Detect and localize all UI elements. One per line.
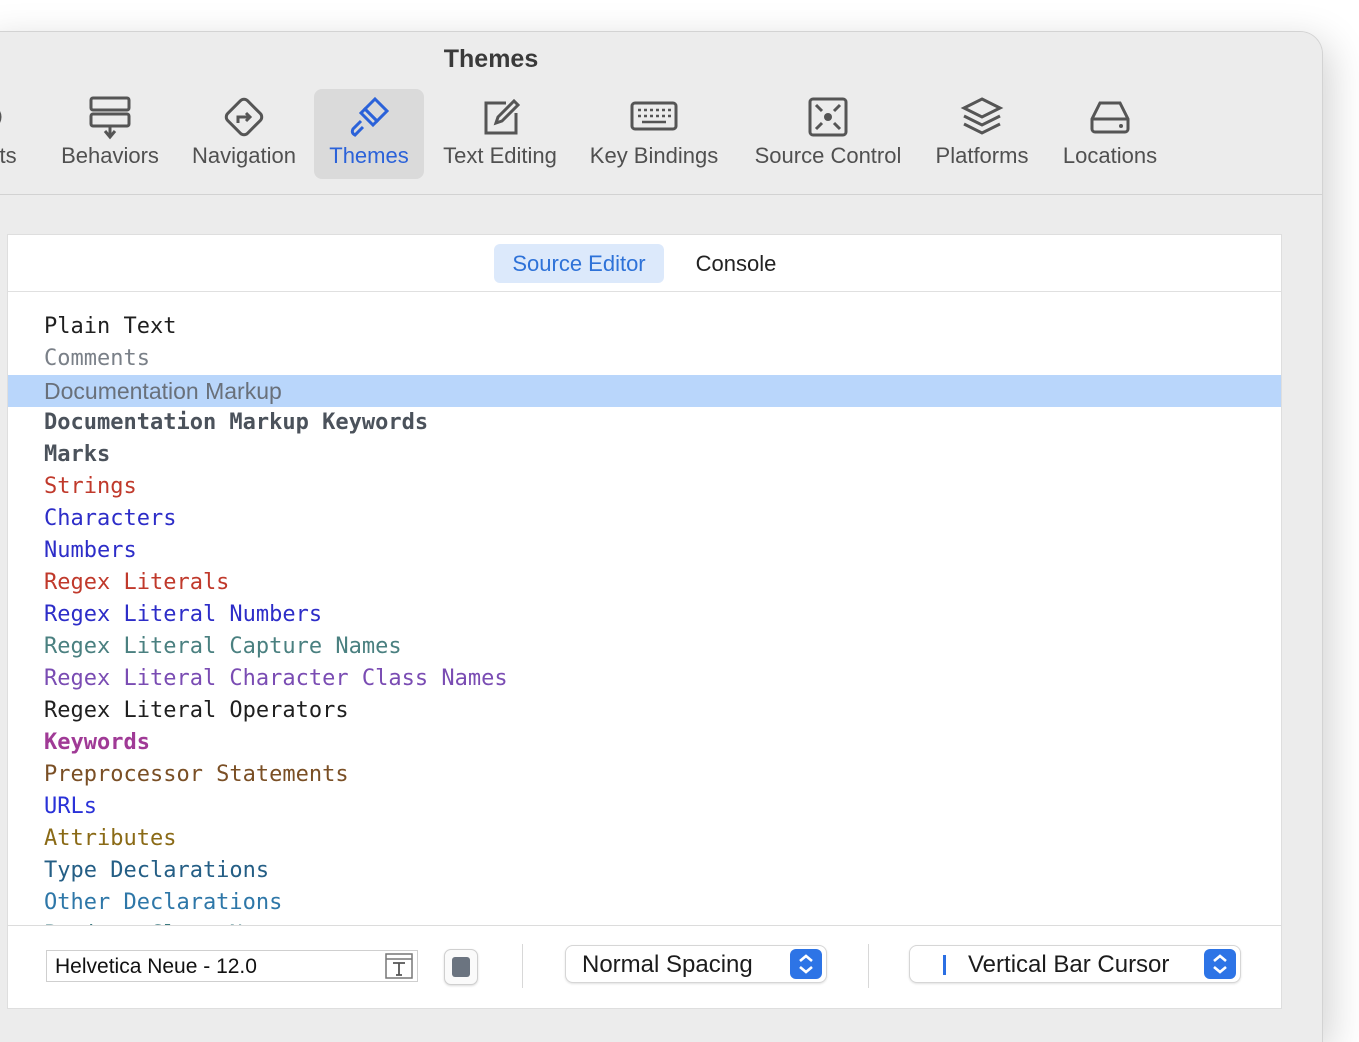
divider: [868, 944, 869, 988]
toolbar: Themes nts Behaviors Navigation: [0, 32, 1322, 195]
syntax-element-list[interactable]: Plain Text Comments Documentation Markup Do…: [8, 291, 1281, 925]
text-color-well[interactable]: [444, 949, 478, 985]
toolbar-item-label: nts: [0, 143, 17, 168]
toolbar-item-label: Themes: [329, 143, 409, 168]
syntax-item[interactable]: Regex Literal Numbers: [8, 599, 1281, 631]
syntax-item[interactable]: Marks: [8, 439, 1281, 471]
syntax-item[interactable]: Regex Literal Operators: [8, 695, 1281, 727]
navigation-icon: [224, 97, 264, 137]
settings-window: Themes nts Behaviors Navigation: [0, 32, 1322, 1042]
theme-editor-panel: Source Editor Console Plain Text Comments…: [7, 234, 1282, 1009]
drive-icon: [1090, 101, 1130, 134]
toolbar-item-label: Source Control: [754, 143, 902, 168]
text-editing-icon: [484, 98, 521, 135]
toolbar-item-label: Locations: [1062, 143, 1158, 168]
toolbar-item-source-control[interactable]: Source Control: [746, 89, 910, 179]
divider: [522, 944, 523, 988]
syntax-item[interactable]: Strings: [8, 471, 1281, 503]
syntax-item[interactable]: Characters: [8, 503, 1281, 535]
line-spacing-popup[interactable]: Normal Spacing: [565, 945, 827, 983]
toolbar-item-behaviors[interactable]: Behaviors: [58, 89, 162, 179]
source-control-icon: [808, 97, 848, 137]
cursor-style-popup[interactable]: Vertical Bar Cursor: [909, 945, 1241, 983]
tab-console[interactable]: Console: [676, 244, 796, 283]
toolbar-item-navigation[interactable]: Navigation: [186, 89, 302, 179]
paintbrush-icon: [350, 96, 390, 137]
chevron-updown-icon: [1204, 949, 1236, 979]
toolbar-item-text-editing[interactable]: Text Editing: [436, 89, 564, 179]
syntax-item[interactable]: Preprocessor Statements: [8, 759, 1281, 791]
toolbar-item-key-bindings[interactable]: Key Bindings: [584, 89, 724, 179]
syntax-item[interactable]: Numbers: [8, 535, 1281, 567]
syntax-item[interactable]: Type Declarations: [8, 855, 1281, 887]
behaviors-icon: [89, 96, 131, 140]
syntax-item[interactable]: Keywords: [8, 727, 1281, 759]
syntax-item[interactable]: Documentation Markup: [8, 375, 1281, 407]
color-swatch: [452, 957, 470, 977]
window-title: Themes: [443, 45, 539, 73]
chevron-updown-icon: [790, 949, 822, 979]
toolbar-item-label: Navigation: [192, 143, 296, 168]
font-value: Helvetica Neue - 12.0: [55, 955, 257, 978]
cursor-value: Vertical Bar Cursor: [968, 951, 1170, 978]
theme-footer: Helvetica Neue - 12.0 Normal Spacing Ver…: [8, 925, 1281, 1008]
stack-icon: [960, 97, 1004, 135]
syntax-item[interactable]: Other Declarations: [8, 887, 1281, 919]
toolbar-item-label: Platforms: [935, 143, 1029, 168]
spacing-value: Normal Spacing: [582, 951, 753, 978]
tab-source-editor[interactable]: Source Editor: [494, 244, 664, 283]
font-picker-icon[interactable]: [385, 953, 413, 979]
toolbar-item-label: Text Editing: [443, 143, 557, 168]
syntax-item[interactable]: Attributes: [8, 823, 1281, 855]
toolbar-item-locations[interactable]: Locations: [1056, 89, 1164, 179]
toolbar-item-label: Key Bindings: [589, 143, 719, 168]
toolbar-item-partial[interactable]: nts: [0, 89, 32, 179]
toolbar-item-label: Behaviors: [61, 143, 159, 168]
partial-icon: [0, 111, 2, 123]
toolbar-item-themes[interactable]: Themes: [314, 89, 424, 179]
syntax-item[interactable]: URLs: [8, 791, 1281, 823]
editor-segmented-control: Source Editor Console: [8, 235, 1281, 292]
syntax-item[interactable]: Regex Literal Character Class Names: [8, 663, 1281, 695]
syntax-item[interactable]: Regex Literals: [8, 567, 1281, 599]
syntax-item[interactable]: Plain Text: [8, 311, 1281, 343]
syntax-item[interactable]: Documentation Markup Keywords: [8, 407, 1281, 439]
keyboard-icon: [630, 101, 678, 131]
font-field[interactable]: Helvetica Neue - 12.0: [46, 950, 418, 982]
syntax-item[interactable]: Regex Literal Capture Names: [8, 631, 1281, 663]
toolbar-item-platforms[interactable]: Platforms: [928, 89, 1036, 179]
cursor-bar-icon: [943, 955, 946, 975]
syntax-item[interactable]: Comments: [8, 343, 1281, 375]
